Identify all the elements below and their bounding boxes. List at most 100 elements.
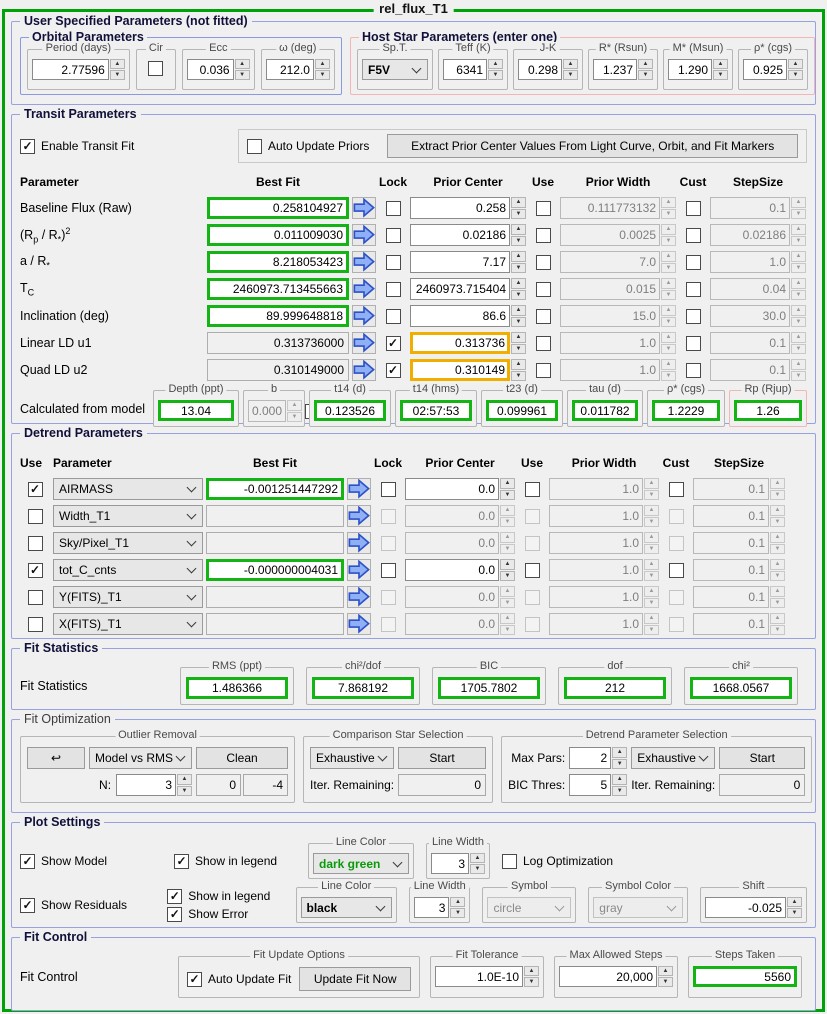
spin-down-icon[interactable]: ▼ — [658, 977, 673, 987]
enable-transit-fit-checkbox[interactable] — [20, 139, 35, 154]
copy-best-fit-to-prior-button[interactable] — [352, 224, 376, 246]
bic-thres-spinner[interactable]: 5▲▼ — [569, 774, 627, 796]
cust-stepsize-checkbox[interactable] — [686, 309, 701, 324]
spin-down-icon[interactable]: ▼ — [177, 786, 192, 797]
spinner-buttons[interactable]: ▲▼ — [500, 559, 515, 581]
detrend-best-fit-field[interactable]: -0.001251447292 — [206, 478, 344, 500]
spin-up-icon[interactable]: ▲ — [787, 897, 802, 907]
spinner-buttons[interactable]: ▲▼ — [787, 897, 802, 918]
spin-down-icon[interactable]: ▼ — [612, 786, 627, 797]
jk-spinner[interactable]: 0.298▲▼ — [518, 59, 578, 80]
model-line-color-dropdown[interactable]: dark green — [313, 853, 409, 874]
detrend-cust-checkbox[interactable] — [669, 563, 684, 578]
show-residuals[interactable]: Show Residuals — [20, 898, 155, 913]
spin-down-icon[interactable]: ▼ — [788, 70, 803, 80]
use-prior-checkbox[interactable] — [536, 201, 551, 216]
spin-up-icon[interactable]: ▲ — [511, 197, 526, 208]
spin-up-icon[interactable]: ▲ — [638, 59, 653, 69]
detrend-start-button[interactable]: Start — [719, 747, 805, 769]
spin-up-icon[interactable]: ▲ — [470, 853, 485, 863]
detrend-parameter-dropdown[interactable]: tot_C_cnts — [53, 559, 203, 581]
spin-down-icon[interactable]: ▼ — [511, 371, 526, 382]
m-star-spinner[interactable]: 1.290▲▼ — [668, 59, 728, 80]
detrend-parameter-dropdown[interactable]: AIRMASS — [53, 478, 203, 500]
detrend-prior-center-spinner[interactable]: 0.0▲▼ — [405, 559, 515, 581]
spin-up-icon[interactable]: ▲ — [563, 59, 578, 69]
spin-down-icon[interactable]: ▼ — [511, 344, 526, 355]
use-detrend-checkbox[interactable] — [28, 590, 43, 605]
prior-center-spinner[interactable]: 2460973.715404▲▼ — [410, 278, 526, 300]
n-spinner[interactable]: 3▲▼ — [116, 774, 192, 796]
log-optimization-checkbox[interactable] — [502, 854, 517, 869]
spinner-buttons[interactable]: ▲▼ — [110, 59, 125, 80]
cust-stepsize-checkbox[interactable] — [686, 255, 701, 270]
clean-button[interactable]: Clean — [196, 747, 288, 769]
auto-update-fit[interactable]: Auto Update Fit — [187, 972, 291, 987]
detrend-parameter-dropdown[interactable]: Sky/Pixel_T1 — [53, 532, 203, 554]
spinner-buttons[interactable]: ▲▼ — [788, 59, 803, 80]
spinner-buttons[interactable]: ▲▼ — [511, 278, 526, 300]
copy-best-fit-to-prior-button[interactable] — [352, 278, 376, 300]
spin-down-icon[interactable]: ▼ — [638, 70, 653, 80]
spin-up-icon[interactable]: ▲ — [524, 966, 539, 976]
spin-up-icon[interactable]: ▲ — [235, 59, 250, 69]
detrend-parameter-dropdown[interactable]: Y(FITS)_T1 — [53, 586, 203, 608]
lock-checkbox[interactable] — [386, 363, 401, 378]
spin-up-icon[interactable]: ▲ — [511, 251, 526, 262]
best-fit-field[interactable]: 0.313736000 — [207, 332, 349, 354]
detrend-method-dropdown[interactable]: Exhaustive — [631, 747, 715, 769]
copy-best-fit-to-prior-button[interactable] — [352, 305, 376, 327]
spin-up-icon[interactable]: ▲ — [713, 59, 728, 69]
use-prior-checkbox[interactable] — [536, 363, 551, 378]
spin-up-icon[interactable]: ▲ — [315, 59, 330, 69]
cir-checkbox[interactable] — [148, 61, 163, 76]
best-fit-field[interactable]: 0.310149000 — [207, 359, 349, 381]
spin-down-icon[interactable]: ▼ — [511, 236, 526, 247]
enable-transit-fit[interactable]: Enable Transit Fit — [20, 139, 228, 154]
auto-update-priors[interactable]: Auto Update Priors — [247, 139, 369, 154]
use-prior-checkbox[interactable] — [536, 309, 551, 324]
spin-down-icon[interactable]: ▼ — [470, 864, 485, 874]
use-prior-checkbox[interactable] — [536, 228, 551, 243]
spin-up-icon[interactable]: ▲ — [511, 224, 526, 235]
use-detrend-checkbox[interactable] — [28, 509, 43, 524]
period-spinner[interactable]: 2.77596▲▼ — [32, 59, 125, 80]
spin-up-icon[interactable]: ▲ — [511, 305, 526, 316]
spinner-buttons[interactable]: ▲▼ — [315, 59, 330, 80]
teff-spinner[interactable]: 6341▲▼ — [443, 59, 503, 80]
fit-tolerance-spinner[interactable]: 1.0E-10▲▼ — [435, 966, 539, 987]
log-optimization[interactable]: Log Optimization — [502, 854, 613, 869]
detrend-parameter-dropdown[interactable]: Width_T1 — [53, 505, 203, 527]
spinner-buttons[interactable]: ▲▼ — [563, 59, 578, 80]
lock-checkbox[interactable] — [386, 336, 401, 351]
use-detrend-checkbox[interactable] — [28, 617, 43, 632]
spin-up-icon[interactable]: ▲ — [511, 278, 526, 289]
detrend-lock-checkbox[interactable] — [381, 482, 396, 497]
prior-center-spinner[interactable]: 0.310149▲▼ — [410, 359, 526, 381]
detrend-use-prior-checkbox[interactable] — [525, 482, 540, 497]
use-prior-checkbox[interactable] — [536, 255, 551, 270]
spin-down-icon[interactable]: ▼ — [511, 263, 526, 274]
residuals-show-in-legend[interactable]: Show in legend — [167, 889, 283, 904]
detrend-best-fit-field[interactable]: -0.000000004031 — [206, 559, 344, 581]
copy-best-fit-to-prior-button[interactable] — [352, 332, 376, 354]
spinner-buttons[interactable]: ▲▼ — [511, 359, 526, 381]
show-error[interactable]: Show Error — [167, 907, 283, 922]
model-line-width-spinner[interactable]: 3▲▼ — [431, 853, 485, 874]
undo-outlier-button[interactable]: ↩ — [27, 747, 85, 769]
spin-down-icon[interactable]: ▼ — [500, 490, 515, 501]
copy-best-fit-to-prior-button[interactable] — [347, 532, 371, 554]
sp-t-dropdown[interactable]: F5V — [362, 59, 428, 80]
spinner-buttons[interactable]: ▲▼ — [511, 224, 526, 246]
spinner-buttons[interactable]: ▲▼ — [612, 747, 627, 769]
copy-best-fit-to-prior-button[interactable] — [347, 505, 371, 527]
detrend-use-prior-checkbox[interactable] — [525, 563, 540, 578]
lock-checkbox[interactable] — [386, 255, 401, 270]
spin-up-icon[interactable]: ▲ — [488, 59, 503, 69]
spinner-buttons[interactable]: ▲▼ — [638, 59, 653, 80]
lock-checkbox[interactable] — [386, 228, 401, 243]
auto-update-priors-checkbox[interactable] — [247, 139, 262, 154]
lock-checkbox[interactable] — [386, 282, 401, 297]
spin-up-icon[interactable]: ▲ — [500, 559, 515, 570]
copy-best-fit-to-prior-button[interactable] — [352, 251, 376, 273]
